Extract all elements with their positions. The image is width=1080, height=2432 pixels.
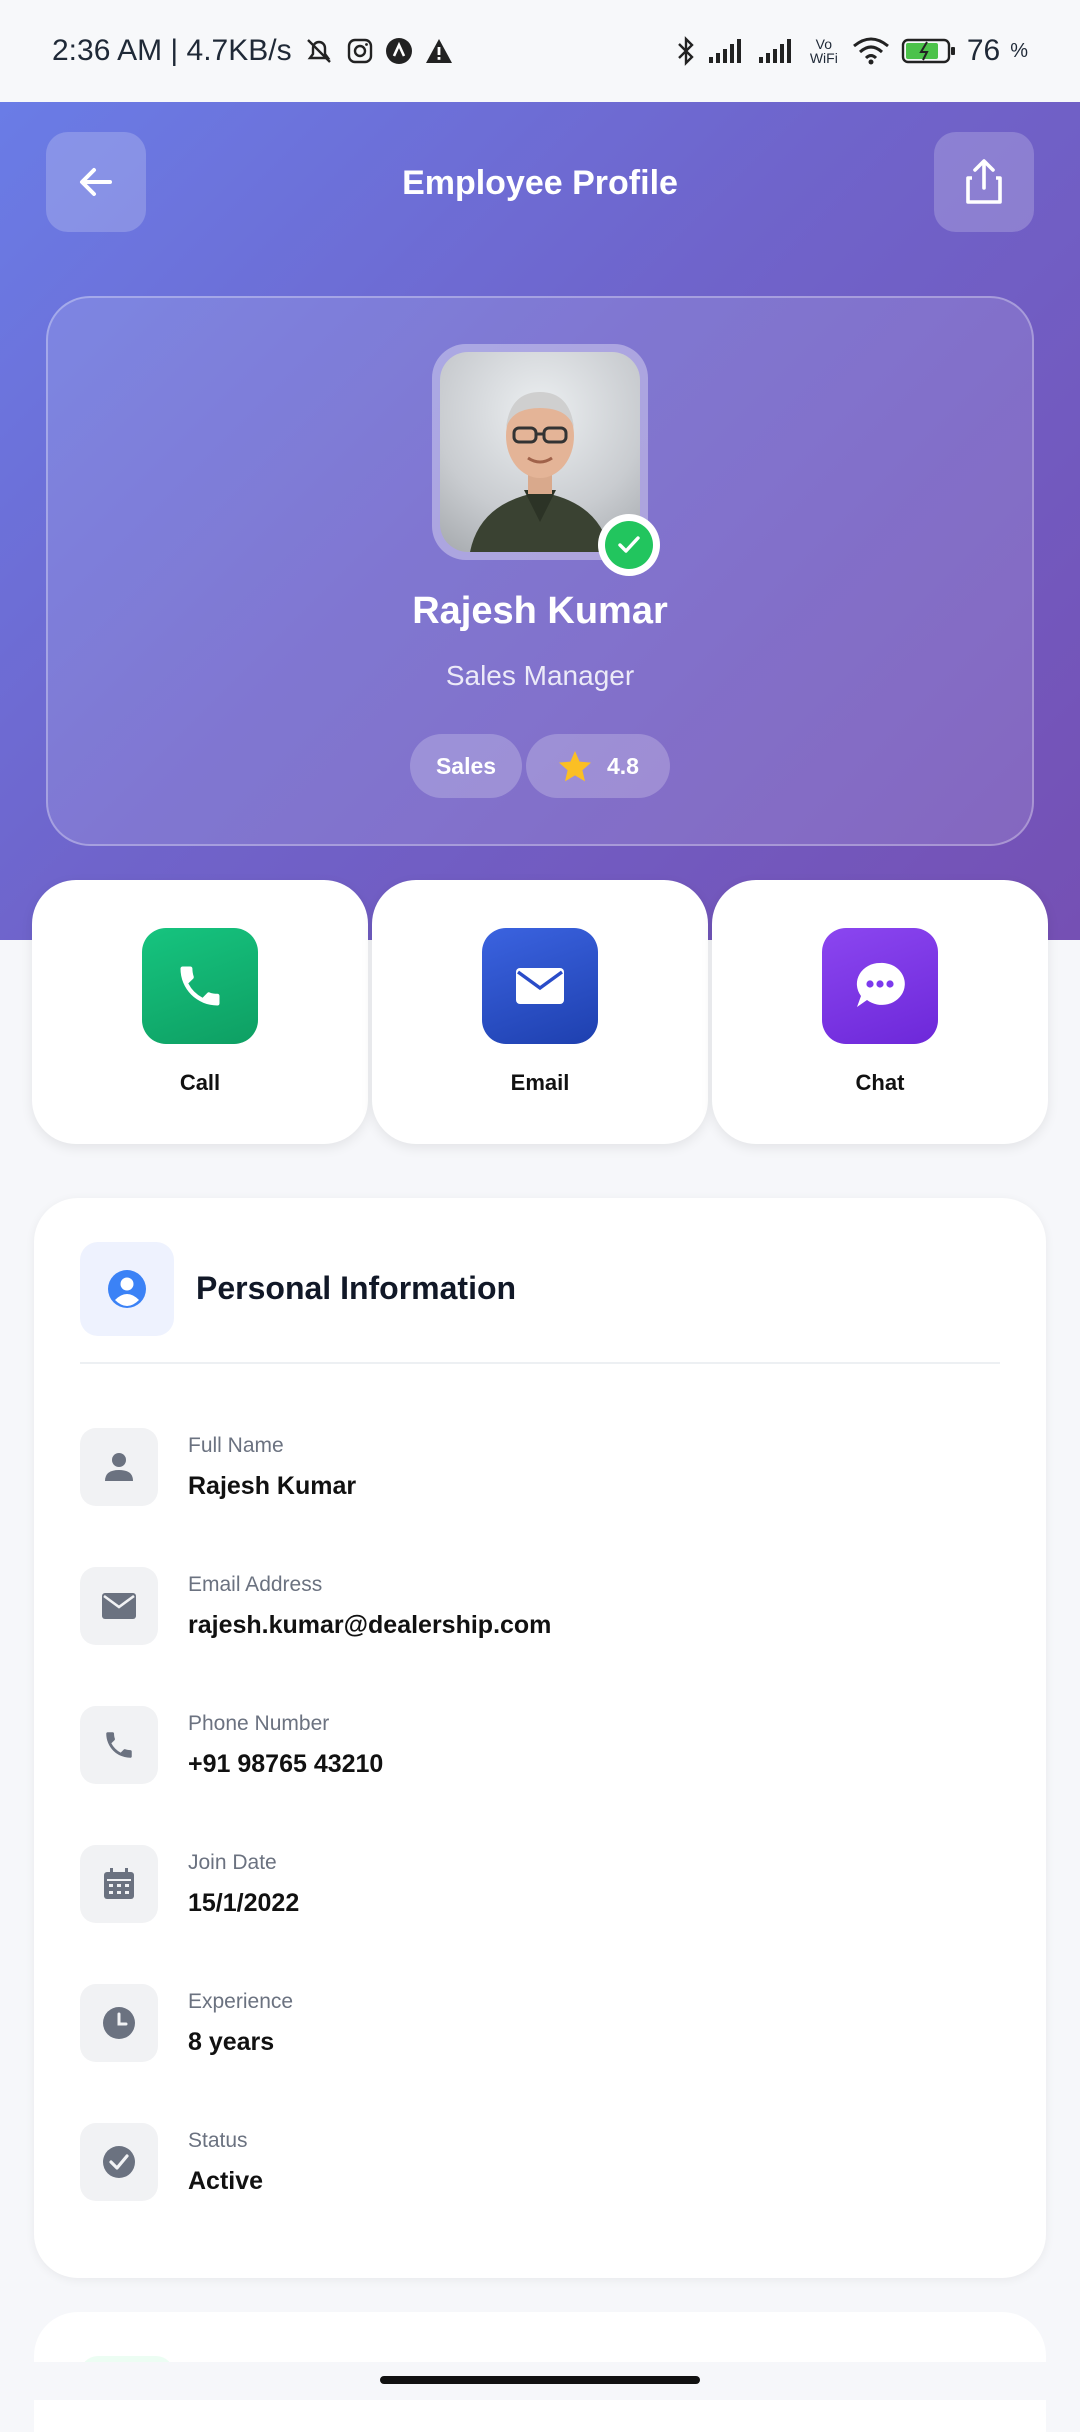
experience-value: 8 years	[188, 2028, 275, 2056]
employee-name: Rajesh Kumar	[412, 590, 668, 632]
page-title: Employee Profile	[402, 164, 678, 202]
chat-action-card[interactable]: Chat	[712, 880, 1048, 1144]
chat-icon	[856, 962, 905, 1007]
chat-label: Chat	[855, 1070, 905, 1095]
join-date-value: 15/1/2022	[188, 1889, 300, 1917]
info-row-join-date: Join Date 15/1/2022	[80, 1845, 980, 1945]
full-name-value: Rajesh Kumar	[188, 1472, 357, 1500]
status-value: Active	[188, 2167, 264, 2195]
info-row-email[interactable]: Email Address rajesh.kumar@dealership.co…	[80, 1567, 980, 1667]
wifi-icon	[851, 36, 891, 66]
info-row-phone[interactable]: Phone Number +91 98765 43210	[80, 1706, 980, 1806]
call-action-icon-box	[142, 928, 258, 1044]
clock-icon	[103, 2007, 135, 2039]
personal-info-card: Personal Information Full Name Rajesh Ku…	[34, 1198, 1046, 2278]
email-address-value: rajesh.kumar@dealership.com	[188, 1611, 552, 1639]
row-icon-box	[80, 1567, 158, 1645]
row-icon-box	[80, 1984, 158, 2062]
email-action-icon-box	[482, 928, 598, 1044]
share-icon	[966, 159, 1002, 204]
home-indicator[interactable]	[380, 2376, 700, 2384]
bluetooth-icon	[675, 35, 697, 67]
mail-icon	[102, 1593, 136, 1619]
row-icon-box	[80, 1428, 158, 1506]
status-bar: 2:36 AM | 4.7KB/s Vo WiFi 76%	[0, 0, 1080, 102]
check-icon	[618, 536, 640, 553]
instagram-icon	[346, 37, 374, 65]
battery-level: 76	[966, 34, 1001, 67]
full-name-label: Full Name	[188, 1434, 284, 1457]
chat-action-icon-box	[822, 928, 938, 1044]
battery-icon	[901, 36, 957, 66]
info-row-experience: Experience 8 years	[80, 1984, 980, 2084]
row-icon-box	[80, 1845, 158, 1923]
rating-value: 4.8	[607, 752, 639, 779]
join-date-label: Join Date	[188, 1851, 277, 1874]
row-icon-box	[80, 2123, 158, 2201]
info-row-full-name: Full Name Rajesh Kumar	[80, 1428, 980, 1528]
status-time: 2:36 AM | 4.7KB/s	[52, 34, 292, 67]
info-header-icon-box	[80, 1242, 174, 1336]
verified-badge	[598, 514, 660, 576]
email-label: Email	[510, 1070, 570, 1095]
phone-number-value: +91 98765 43210	[188, 1750, 384, 1778]
signal-icon-2	[757, 37, 797, 65]
mail-icon	[516, 968, 564, 1004]
person-icon	[105, 1453, 133, 1481]
call-label: Call	[179, 1070, 221, 1095]
department-badge: Sales	[410, 734, 522, 798]
vowifi-label: Vo WiFi	[809, 36, 838, 66]
divider	[80, 1362, 1000, 1364]
calendar-icon	[104, 1868, 134, 1899]
star-icon	[559, 751, 591, 782]
info-row-status: Status Active	[80, 2123, 980, 2223]
app-icon	[384, 36, 414, 66]
department-label: Sales	[435, 752, 497, 779]
check-circle-icon	[103, 2146, 135, 2178]
mute-icon	[302, 36, 336, 66]
experience-label: Experience	[188, 1990, 294, 2013]
phone-number-label: Phone Number	[188, 1712, 330, 1735]
signal-icon-1	[707, 37, 747, 65]
warning-icon	[424, 37, 454, 65]
account-circle-icon	[108, 1270, 146, 1308]
share-button[interactable]	[934, 132, 1034, 232]
phone-icon	[106, 1732, 132, 1758]
phone-icon	[180, 966, 220, 1006]
status-label: Status	[188, 2129, 248, 2152]
email-address-label: Email Address	[188, 1573, 323, 1596]
row-icon-box	[80, 1706, 158, 1784]
section-title: Personal Information	[196, 1270, 517, 1306]
call-action-card[interactable]: Call	[32, 880, 368, 1144]
employee-role: Sales Manager	[445, 660, 635, 691]
rating-badge: 4.8	[526, 734, 670, 798]
email-action-card[interactable]: Email	[372, 880, 708, 1144]
